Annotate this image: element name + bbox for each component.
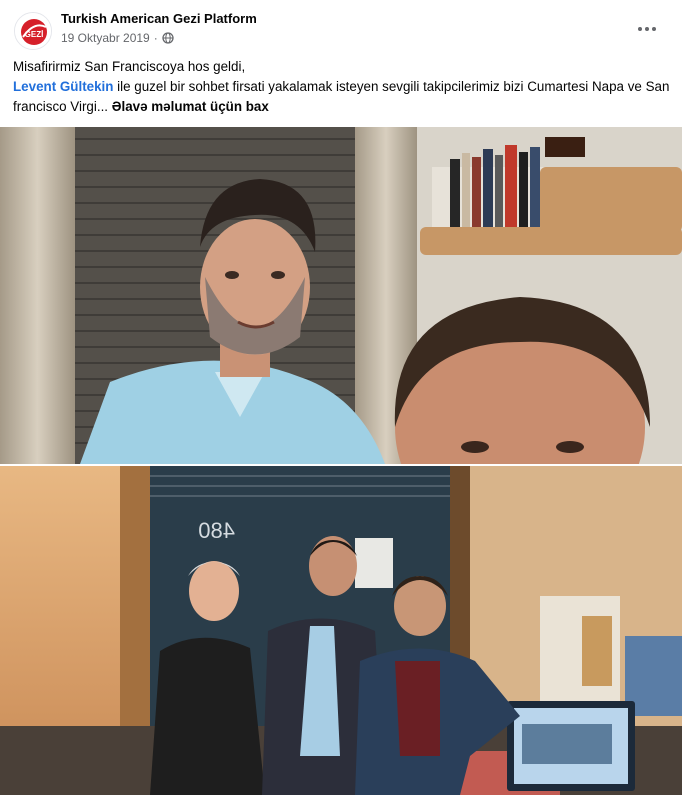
group-photo[interactable]: 480 bbox=[0, 466, 682, 795]
globe-icon[interactable] bbox=[162, 32, 174, 44]
post-text-body: Levent Gültekin ile guzel bir sohbet fir… bbox=[13, 77, 673, 117]
post-timestamp[interactable]: 19 Oktyabr 2019 bbox=[61, 31, 150, 45]
door-number-text: 480 bbox=[198, 518, 235, 543]
post-text-line1: Misafirirmiz San Franciscoya hos geldi, bbox=[13, 59, 246, 74]
text-ellipsis: ... bbox=[96, 99, 109, 114]
more-options-icon[interactable] bbox=[632, 14, 662, 44]
meta-separator: · bbox=[153, 31, 158, 45]
avatar-logo-text: GEZİ bbox=[25, 30, 44, 39]
see-more-link[interactable]: Əlavə məlumat üçün bax bbox=[108, 99, 269, 114]
page-name-link[interactable]: Turkish American Gezi Platform bbox=[61, 11, 257, 26]
post-meta: 19 Oktyabr 2019 · bbox=[61, 31, 174, 45]
mention-link[interactable]: Levent Gültekin bbox=[13, 79, 113, 94]
facebook-post: GEZİ Turkish American Gezi Platform 19 O… bbox=[0, 0, 682, 795]
selfie-photo[interactable] bbox=[0, 127, 682, 464]
post-text: Misafirirmiz San Franciscoya hos geldi, … bbox=[13, 57, 673, 117]
gezi-logo-icon: GEZİ bbox=[15, 13, 51, 49]
post-header: GEZİ Turkish American Gezi Platform 19 O… bbox=[12, 10, 672, 50]
page-avatar[interactable]: GEZİ bbox=[14, 12, 52, 50]
